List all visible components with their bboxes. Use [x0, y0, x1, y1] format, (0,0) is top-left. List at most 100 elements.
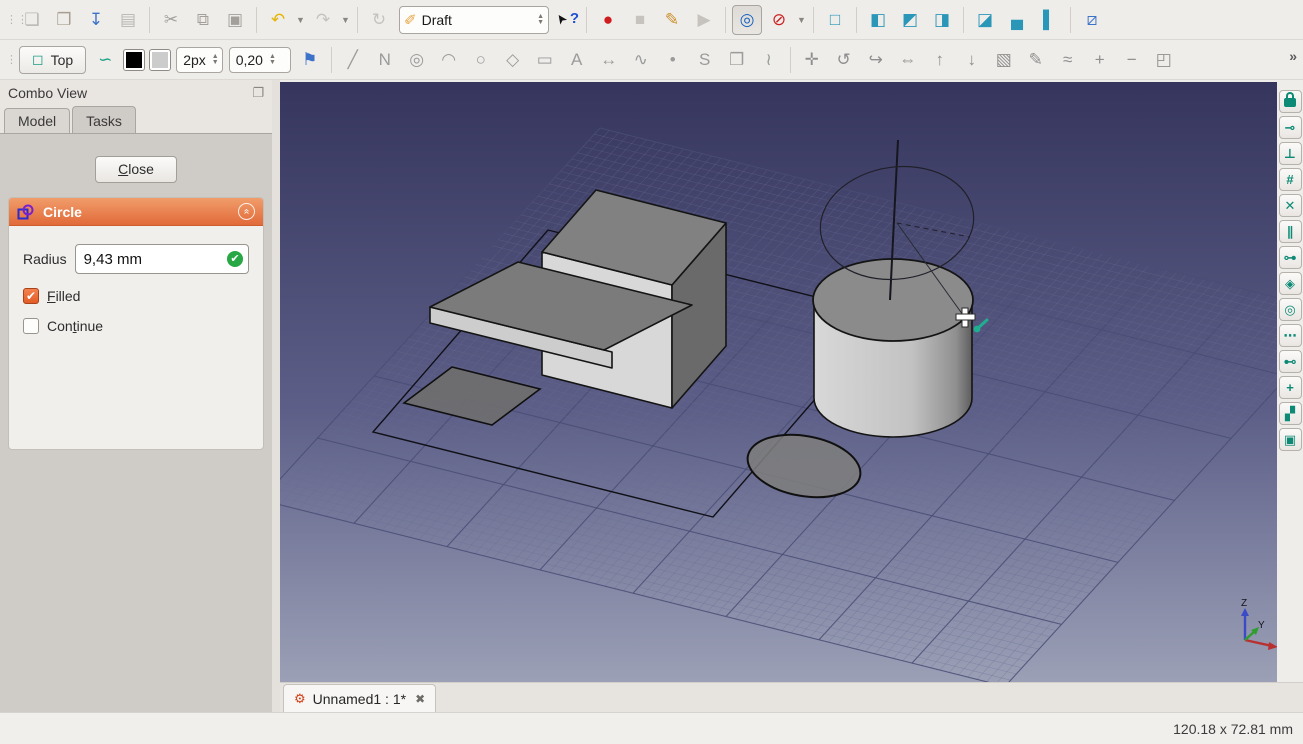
snap-ortho-button[interactable]: +	[1279, 376, 1302, 399]
continue-checkbox[interactable]	[23, 318, 39, 334]
draft-arc-button[interactable]: ◠	[434, 45, 464, 75]
undo-button[interactable]: ↶	[263, 5, 293, 35]
macro-edit-button[interactable]: ✎	[657, 5, 687, 35]
line-width-spin[interactable]: 2px▲▼	[176, 47, 223, 73]
draft-bspline-button[interactable]: ∿	[626, 45, 656, 75]
cylinder-solid[interactable]	[813, 259, 973, 437]
draft-offset-button[interactable]: ↪	[861, 45, 891, 75]
separator	[790, 47, 791, 73]
filled-checkbox[interactable]: ✔	[23, 288, 39, 304]
collapse-task-button[interactable]: «	[238, 203, 255, 220]
redo-button[interactable]: ↷	[308, 5, 338, 35]
draft-rotate-button[interactable]: ↺	[829, 45, 859, 75]
dimensions-readout: 120.18 x 72.81 mm	[1173, 721, 1293, 737]
draft-bezcurve-button[interactable]: ≀	[754, 45, 784, 75]
snap-angle-button[interactable]: ◈	[1279, 272, 1302, 295]
snap-perpendicular-button[interactable]: ⊥	[1279, 142, 1302, 165]
tab-tasks[interactable]: Tasks	[72, 106, 136, 133]
paste-button[interactable]: ▣	[220, 5, 250, 35]
draft-polygon-button[interactable]: ◇	[498, 45, 528, 75]
draft-ellipse-button[interactable]: ○	[466, 45, 496, 75]
construction-mode-button[interactable]: ∽	[90, 45, 120, 75]
snap-parallel-button[interactable]: ∥	[1279, 220, 1302, 243]
draft-downgrade-button[interactable]: ↓	[957, 45, 987, 75]
snap-near-button[interactable]: ⊶	[1279, 246, 1302, 269]
separator	[963, 7, 964, 33]
draft-delpoint-button[interactable]: −	[1117, 45, 1147, 75]
open-file-button[interactable]: ❒	[49, 5, 79, 35]
draft-shapestring-button[interactable]: S	[690, 45, 720, 75]
text-size-spin[interactable]: 0,20▲▼	[229, 47, 291, 73]
document-tab[interactable]: ⚙ Unnamed1 : 1* ✖	[283, 684, 436, 712]
snap-lock-button[interactable]	[1279, 90, 1302, 113]
draft-line-button[interactable]: ╱	[338, 45, 368, 75]
draw-style-dropdown[interactable]: ▼	[795, 5, 808, 35]
draft-scale-button[interactable]: ▧	[989, 45, 1019, 75]
view-front-button[interactable]: ◧	[863, 5, 893, 35]
draft-wire2bspline-button[interactable]: ≈	[1053, 45, 1083, 75]
snap-workingplane-button[interactable]: ▞	[1279, 402, 1302, 425]
whats-this-button[interactable]: ➤?	[553, 5, 581, 35]
tab-model[interactable]: Model	[4, 108, 70, 133]
close-button[interactable]: Close	[95, 156, 177, 183]
macro-play-button[interactable]: ▶	[689, 5, 719, 35]
panel-splitter[interactable]	[272, 80, 280, 712]
save-button[interactable]: ↧	[81, 5, 111, 35]
filled-row: ✔ Filled	[9, 288, 263, 304]
draft-edit-button[interactable]: ✎	[1021, 45, 1051, 75]
draft-move-button[interactable]: ✛	[797, 45, 827, 75]
draft-trimex-button[interactable]: ⇔	[893, 45, 923, 75]
workbench-selector[interactable]: ✐Draft▲▼	[399, 6, 549, 34]
view-top-button[interactable]: ◩	[895, 5, 925, 35]
view-bottom-button[interactable]: ▄	[1002, 5, 1032, 35]
snap-intersection-button[interactable]: ✕	[1279, 194, 1302, 217]
radius-input[interactable]	[75, 244, 249, 274]
viewport-3d[interactable]: Z Y X	[280, 82, 1277, 682]
draw-style-button[interactable]: ⊘	[764, 5, 794, 35]
draft-facebinder-button[interactable]: ❒	[722, 45, 752, 75]
macro-stop-button[interactable]: ■	[625, 5, 655, 35]
draft-dimension-button[interactable]: ↔	[594, 45, 624, 75]
draft-upgrade-button[interactable]: ↑	[925, 45, 955, 75]
tasks-panel: Close Circle « Radius	[0, 133, 272, 712]
cut-button[interactable]: ✂	[156, 5, 186, 35]
face-color-swatch[interactable]	[149, 49, 171, 71]
snap-dimensions-button[interactable]: ⋯	[1279, 324, 1302, 347]
view-left-button[interactable]: ▌	[1034, 5, 1064, 35]
draft-shape2dview-button[interactable]: ◰	[1149, 45, 1179, 75]
copy-button[interactable]: ⧉	[188, 5, 218, 35]
working-plane-button[interactable]: ◻Top	[19, 46, 86, 74]
combo-view-title: Combo View	[8, 85, 87, 101]
float-panel-icon[interactable]: ❐	[252, 85, 264, 101]
view-axonometric-button[interactable]: □	[820, 5, 850, 35]
freecad-window: ⋮⋮❏❒↧▤✂⧉▣↶▼↷▼↻✐Draft▲▼➤?●■✎▶◎⊘▼□◧◩◨◪▄▌⧄ …	[0, 0, 1303, 744]
snap-center-button[interactable]: ◎	[1279, 298, 1302, 321]
draft-wire-button[interactable]: N	[370, 45, 400, 75]
view-rear-button[interactable]: ◪	[970, 5, 1000, 35]
line-color-swatch[interactable]	[123, 49, 145, 71]
snap-grid-button[interactable]: #	[1279, 168, 1302, 191]
redo-dropdown[interactable]: ▼	[339, 5, 352, 35]
draft-rectangle-button[interactable]: ▭	[530, 45, 560, 75]
fit-all-button[interactable]: ◎	[732, 5, 762, 35]
tab-close-icon[interactable]: ✖	[415, 692, 425, 706]
refresh-button[interactable]: ↻	[364, 5, 394, 35]
draft-addpoint-button[interactable]: +	[1085, 45, 1115, 75]
toolbar-draft: ⋮⋮◻Top∽2px▲▼0,20▲▼⚑╱N◎◠○◇▭A↔∿•S❒≀✛↺↪⇔↑↓▧…	[0, 40, 1303, 80]
snap-endpoint-button[interactable]: ⊸	[1279, 116, 1302, 139]
draft-text-button[interactable]: A	[562, 45, 592, 75]
macro-record-button[interactable]: ●	[593, 5, 623, 35]
mdi-tab-bar: ⚙ Unnamed1 : 1* ✖	[280, 682, 1303, 712]
snap-extension-button[interactable]: ⊷	[1279, 350, 1302, 373]
toggle-grid-button[interactable]: ▣	[1279, 428, 1302, 451]
measure-distance-button[interactable]: ⧄	[1077, 5, 1107, 35]
print-button[interactable]: ▤	[113, 5, 143, 35]
draft-point-button[interactable]: •	[658, 45, 688, 75]
undo-dropdown[interactable]: ▼	[294, 5, 307, 35]
apply-style-button[interactable]: ⚑	[295, 45, 325, 75]
continue-label: Continue	[47, 318, 103, 334]
new-file-button[interactable]: ❏	[17, 5, 47, 35]
draft-circle-button[interactable]: ◎	[402, 45, 432, 75]
toolbar-extension-button[interactable]: »	[1289, 48, 1297, 64]
view-right-button[interactable]: ◨	[927, 5, 957, 35]
